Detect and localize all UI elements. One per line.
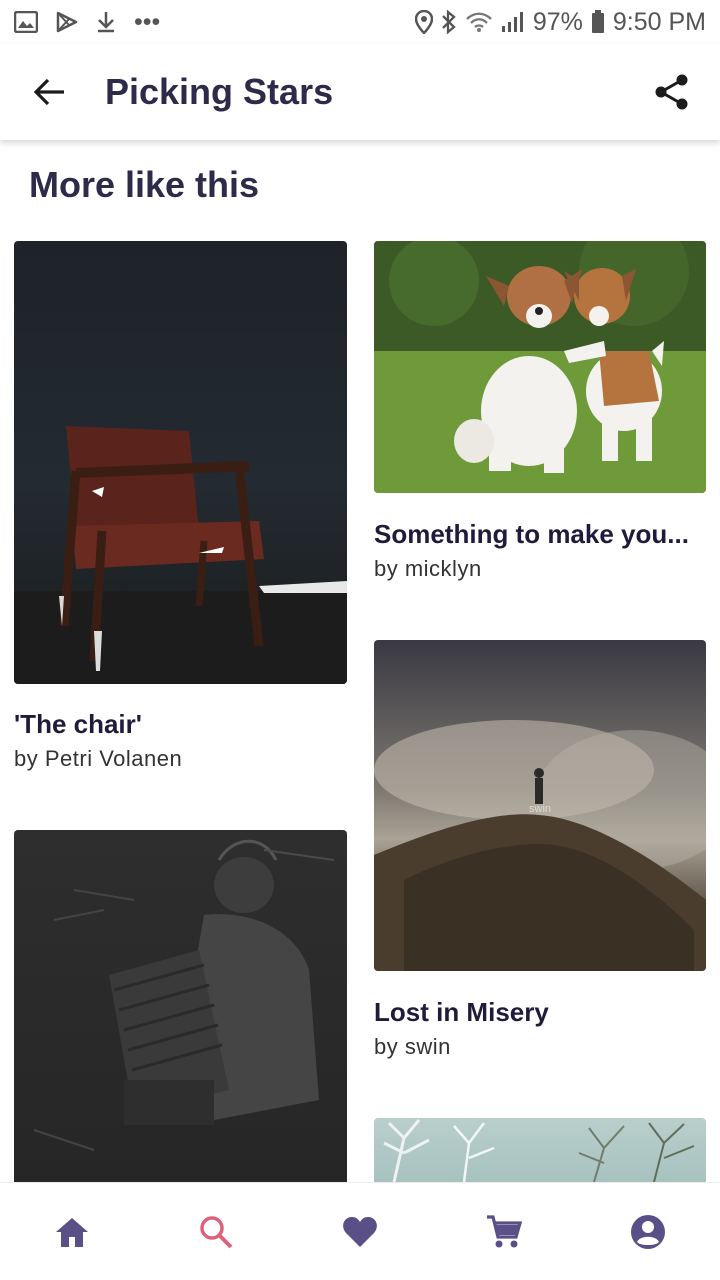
artwork-card-something-to-make-you[interactable]: Something to make you... by micklyn: [374, 241, 706, 581]
wifi-icon: [465, 11, 493, 33]
battery-percent: 97%: [532, 7, 583, 36]
battery-icon: [591, 10, 605, 34]
artwork-watermark: swin: [529, 803, 551, 815]
artwork-image[interactable]: [14, 830, 347, 1182]
bluetooth-icon: [441, 10, 457, 34]
page-title: Picking Stars: [105, 71, 334, 112]
artwork-card-trees[interactable]: [374, 1118, 706, 1182]
artwork-image[interactable]: [14, 241, 347, 684]
nav-favorites[interactable]: [320, 1192, 400, 1272]
artwork-title: Something to make you...: [374, 519, 689, 549]
more-notifications-dots: •••: [134, 7, 161, 36]
artwork-card-the-chair[interactable]: 'The chair' by Petri Volanen: [14, 241, 347, 771]
artist-name: by swin: [374, 1034, 451, 1059]
artwork-title: Lost in Misery: [374, 997, 549, 1027]
artwork-image[interactable]: [374, 241, 706, 493]
nav-account[interactable]: [608, 1192, 688, 1272]
image-icon: [14, 11, 38, 33]
search-icon: [200, 1215, 233, 1248]
account-icon: [631, 1214, 665, 1249]
artwork-image[interactable]: [374, 1118, 706, 1182]
status-bar: ••• 97% 9:50 PM: [0, 0, 720, 44]
nav-home[interactable]: [32, 1192, 112, 1272]
artist-name: by micklyn: [374, 556, 482, 581]
artwork-image[interactable]: swin: [374, 640, 706, 971]
arrow-left-icon: [34, 78, 64, 106]
back-button[interactable]: [20, 62, 80, 122]
location-icon: [414, 10, 433, 34]
play-store-icon: [56, 11, 78, 33]
download-icon: [96, 11, 116, 33]
artwork-title: 'The chair': [14, 709, 142, 739]
artwork-card-lost-in-misery[interactable]: swin Lost in Misery by swin: [374, 640, 706, 1059]
signal-icon: [501, 11, 525, 33]
section-title: More like this: [29, 164, 260, 205]
share-button[interactable]: [642, 62, 702, 122]
heart-icon: [343, 1216, 377, 1247]
home-icon: [56, 1217, 88, 1247]
share-icon: [655, 74, 688, 110]
artist-name: by Petri Volanen: [14, 746, 183, 771]
nav-search[interactable]: [176, 1192, 256, 1272]
artwork-card-accordion-player[interactable]: [14, 830, 347, 1182]
app-bar: Picking Stars: [0, 44, 720, 140]
nav-cart[interactable]: [464, 1192, 544, 1272]
bottom-navigation: [0, 1182, 720, 1280]
clock: 9:50 PM: [612, 7, 706, 36]
cart-icon: [487, 1214, 522, 1247]
